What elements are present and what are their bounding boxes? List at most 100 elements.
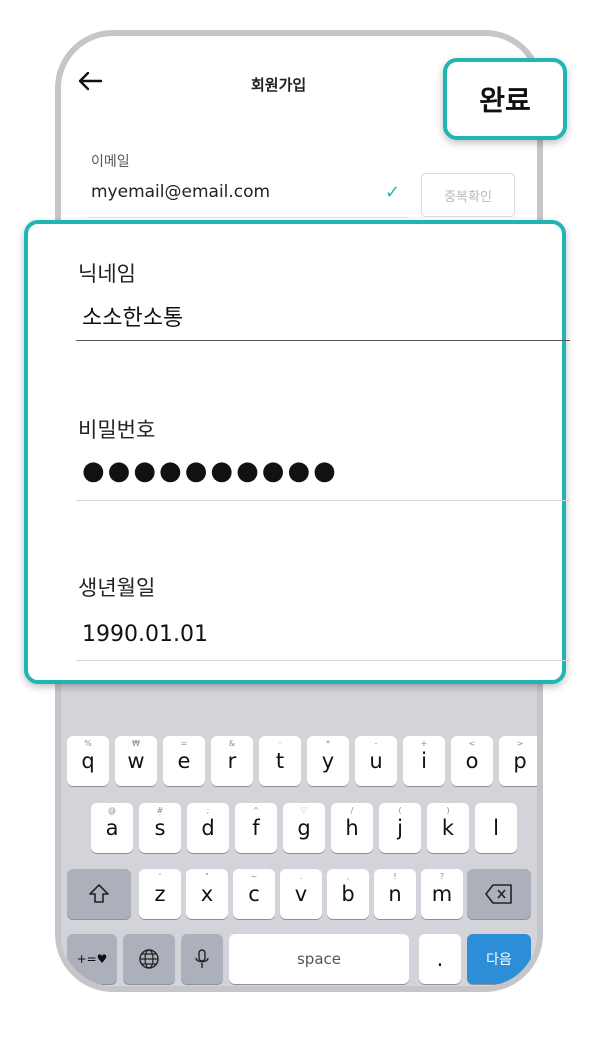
key-label: o [465, 749, 479, 773]
page-title: 회원가입 [251, 76, 307, 94]
key-hint: ^ [252, 806, 260, 815]
nickname-field[interactable]: 소소한소통 [82, 300, 183, 332]
microphone-icon [195, 949, 209, 968]
back-button[interactable] [77, 70, 109, 98]
nickname-label: 닉네임 [78, 262, 136, 286]
key-k[interactable]: ) k [427, 803, 469, 853]
password-field[interactable]: ●●●●●●●●●● [82, 456, 339, 486]
key-hint: % [84, 739, 92, 748]
key-y[interactable]: * y [307, 736, 349, 786]
key-d[interactable]: ; d [187, 803, 229, 853]
email-field[interactable]: myemail@email.com [87, 174, 409, 218]
key-m[interactable]: ? m [421, 869, 463, 919]
key-label: m [431, 882, 453, 906]
birthdate-underline [76, 660, 570, 661]
key-label: y [321, 749, 335, 773]
key-n[interactable]: ! n [374, 869, 416, 919]
key-o[interactable]: < o [451, 736, 493, 786]
key-hint: / [350, 806, 354, 815]
email-label: 이메일 [91, 154, 130, 170]
key-h[interactable]: / h [331, 803, 373, 853]
birthdate-field[interactable]: 1990.01.01 [82, 622, 208, 647]
key-a[interactable]: @ a [91, 803, 133, 853]
period-key[interactable]: . [419, 934, 461, 984]
key-label: e [177, 749, 191, 773]
key-label: n [388, 882, 402, 906]
password-label: 비밀번호 [78, 418, 156, 442]
key-label: w [127, 749, 145, 773]
key-f[interactable]: ^ f [235, 803, 277, 853]
key-hint: = [180, 739, 188, 748]
arrow-left-icon [78, 71, 103, 91]
next-key[interactable]: 다음 [467, 934, 531, 984]
key-hint: & [228, 739, 236, 748]
key-x[interactable]: " x [186, 869, 228, 919]
symbols-key[interactable]: +=♥ [67, 934, 117, 984]
key-label: c [248, 882, 260, 906]
keyboard: % q ₩ w = e & r · t * y - u + i < o > p @ a # s; d ^ f ♡ g / h(j) k l '… [61, 656, 537, 986]
key-hint: + [420, 739, 428, 748]
key-label: v [294, 882, 308, 906]
done-button[interactable]: 완료 [443, 58, 567, 140]
shift-key[interactable] [67, 869, 131, 919]
key-hint: ~ [250, 872, 258, 881]
key-hint: ) [446, 806, 450, 815]
key-z[interactable]: ' z [139, 869, 181, 919]
key-label: d [201, 816, 215, 840]
key-b[interactable]: ,b [327, 869, 369, 919]
globe-icon [139, 949, 159, 969]
key-label: l [493, 816, 499, 840]
key-u[interactable]: -u [355, 736, 397, 786]
key-hint: ? [439, 872, 445, 881]
space-key[interactable]: space [229, 934, 409, 984]
birthdate-label: 생년월일 [78, 576, 156, 600]
key-t[interactable]: · t [259, 736, 301, 786]
key-p[interactable]: > p [499, 736, 537, 786]
key-label: j [397, 816, 403, 840]
globe-key[interactable] [123, 934, 175, 984]
checkmark-icon: ✓ [385, 182, 401, 203]
key-hint: @ [108, 806, 116, 815]
key-j[interactable]: (j [379, 803, 421, 853]
key-label: k [441, 816, 455, 840]
key-i[interactable]: + i [403, 736, 445, 786]
key-l[interactable]: l [475, 803, 517, 853]
key-label: b [341, 882, 355, 906]
key-hint: ' [158, 872, 162, 881]
key-hint: < [468, 739, 476, 748]
key-label: u [369, 749, 383, 773]
key-g[interactable]: ♡ g [283, 803, 325, 853]
key-e[interactable]: = e [163, 736, 205, 786]
key-hint: * [326, 739, 330, 748]
key-hint: · [278, 739, 282, 748]
key-label: a [105, 816, 119, 840]
key-v[interactable]: .v [280, 869, 322, 919]
key-hint: ; [206, 806, 210, 815]
key-r[interactable]: & r [211, 736, 253, 786]
backspace-key[interactable] [467, 869, 531, 919]
key-hint: - [374, 739, 378, 748]
key-label: z [154, 882, 166, 906]
mic-key[interactable] [181, 934, 223, 984]
key-w[interactable]: ₩ w [115, 736, 157, 786]
key-hint: ₩ [132, 739, 140, 748]
key-label: p [513, 749, 527, 773]
shift-icon [89, 884, 109, 903]
key-label: x [200, 882, 214, 906]
key-q[interactable]: % q [67, 736, 109, 786]
key-c[interactable]: ~ c [233, 869, 275, 919]
key-label: q [81, 749, 95, 773]
duplicate-check-button[interactable]: 중복확인 [421, 173, 515, 217]
backspace-icon [485, 884, 512, 904]
key-label: h [345, 816, 359, 840]
key-hint: , [346, 872, 350, 881]
key-hint: ♡ [300, 806, 308, 815]
nickname-underline [76, 340, 570, 341]
key-s[interactable]: # s [139, 803, 181, 853]
key-hint: # [156, 806, 164, 815]
password-underline [76, 500, 570, 501]
signup-fields-card: 닉네임 소소한소통 비밀번호 ●●●●●●●●●● 생년월일 1990.01.0… [24, 220, 570, 684]
key-label: r [227, 749, 237, 773]
key-label: g [297, 816, 311, 840]
key-hint: > [516, 739, 524, 748]
